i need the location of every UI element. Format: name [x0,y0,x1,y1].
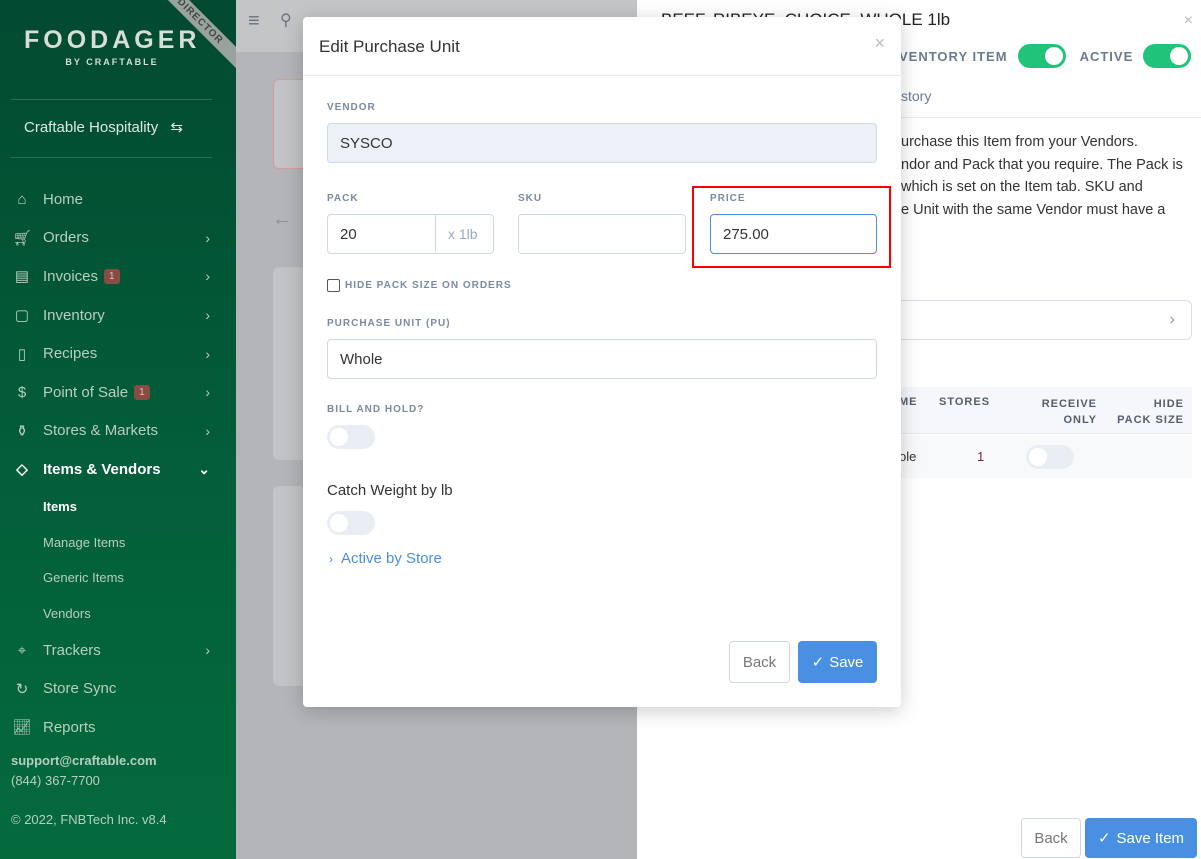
active-by-store-link[interactable]: › Active by Store [329,550,442,567]
nav-orders[interactable]: 🛒︎ Orders › [0,219,236,258]
invoice-icon: ▤ [14,268,30,286]
nav-reports[interactable]: 📈︎ Reports [0,708,236,747]
nav-vendors[interactable]: Vendors [0,595,236,631]
price-input[interactable]: 275.00 [710,214,877,254]
box-icon: ▢ [14,307,30,325]
vendor-label: VENDOR [327,102,376,113]
vendor-select[interactable]: › [877,300,1192,340]
tag-icon: ◇ [16,461,28,479]
nav-home[interactable]: ⌂ Home [0,180,236,219]
back-arrow-icon[interactable]: ← [272,208,292,231]
support-email[interactable]: support@craftable.com [11,753,157,768]
pack-input[interactable]: 20 [327,214,436,254]
nav-trackers[interactable]: ⌖ Trackers › [0,631,236,670]
nav-recipes[interactable]: ▯ Recipes › [0,334,236,373]
catch-weight-label: Catch Weight by lb [327,482,453,499]
nav-items[interactable]: Items [0,489,236,525]
chevron-right-icon: › [205,384,210,401]
sync-icon: ↻ [15,680,29,698]
close-icon[interactable]: × [874,33,885,54]
save-item-button[interactable]: ✓ Save Item [1085,818,1197,858]
count-badge: 1 [134,384,150,400]
chevron-right-icon: › [205,345,210,362]
bottles-icon: ⚱ [15,422,29,440]
cart-icon: 🛒︎ [12,229,32,247]
chevron-right-icon: › [205,307,210,324]
swap-icon: ⇆ [170,119,183,136]
org-switcher[interactable]: Craftable Hospitality ⇆ [24,118,183,136]
copyright: © 2022, FNBTech Inc. v8.4 [11,812,167,827]
active-label: ACTIVE [1079,48,1134,64]
search-icon[interactable]: ⚲ [280,10,292,30]
chevron-right-icon: › [1169,311,1175,328]
pin-icon: ⌖ [17,641,27,659]
nav-pos[interactable]: $ Point of Sale 1 › [0,373,236,412]
purchase-unit-input[interactable]: Whole [327,339,877,379]
back-button[interactable]: Back [729,641,790,683]
chevron-right-icon: › [205,642,210,659]
nav-stores[interactable]: ⚱ Stores & Markets › [0,412,236,451]
home-icon: ⌂ [17,190,27,208]
divider [11,99,212,100]
tab-history[interactable]: story [901,88,931,104]
nav-inventory[interactable]: ▢ Inventory › [0,296,236,335]
sidebar: DIRECTOR FOODAGER BY CRAFTABLE Craftable … [0,0,236,859]
inventory-item-label: VENTORY ITEM [899,48,1008,64]
inventory-item-toggle[interactable] [1017,44,1066,68]
support-phone: (844) 367-7700 [11,773,100,788]
menu-icon[interactable]: ≡ [248,10,260,33]
nav-manage-items[interactable]: Manage Items [0,524,236,560]
table-header: ME STORES RECEIVE ONLY HIDE PACK SIZE [877,387,1192,434]
table-row: ole 1 [877,435,1192,478]
chevron-right-icon: › [205,229,210,246]
chevron-down-icon: ⌄ [198,460,210,477]
sku-label: SKU [518,193,543,204]
active-toggle[interactable] [1143,44,1192,68]
back-button[interactable]: Back [1021,818,1081,858]
bill-hold-toggle[interactable] [327,425,375,449]
divider [11,157,212,158]
dollar-icon: $ [17,383,27,401]
catch-weight-toggle[interactable] [327,511,375,535]
receive-only-toggle[interactable] [1026,445,1074,469]
description: urchase this Item from your Vendors. ndor… [901,134,1183,218]
bill-hold-label: BILL AND HOLD? [327,404,425,415]
chevron-right-icon: › [205,268,210,285]
pu-label: PURCHASE UNIT (PU) [327,318,451,329]
sku-input[interactable] [518,214,686,254]
pack-label: PACK [327,193,359,204]
pack-unit-addon: x 1lb [435,214,494,254]
edit-purchase-unit-modal: Edit Purchase Unit × VENDOR SYSCO PACK 2… [303,17,901,707]
vendor-field: SYSCO [327,123,877,163]
nav-invoices[interactable]: ▤ Invoices 1 › [0,257,236,296]
chevron-right-icon: › [205,422,210,439]
modal-title: Edit Purchase Unit [303,17,901,76]
check-icon: ✓ [811,654,825,671]
nav-items-vendors[interactable]: ◇ Items & Vendors ⌄ [0,450,236,489]
chart-icon: 📈︎ [12,719,32,737]
nav-store-sync[interactable]: ↻ Store Sync [0,669,236,708]
chevron-right-icon: › [329,552,333,566]
hide-pack-label: HIDE PACK SIZE ON ORDERS [345,280,512,291]
book-icon: ▯ [17,345,27,363]
check-icon: ✓ [1097,830,1111,847]
nav-generic-items[interactable]: Generic Items [0,560,236,596]
count-badge: 1 [104,268,120,284]
save-button[interactable]: ✓ Save [798,641,877,683]
hide-pack-checkbox[interactable] [327,279,340,292]
close-icon[interactable]: × [1184,12,1193,30]
price-label: PRICE [710,193,746,204]
logo: FOODAGER BY CRAFTABLE [24,26,201,67]
